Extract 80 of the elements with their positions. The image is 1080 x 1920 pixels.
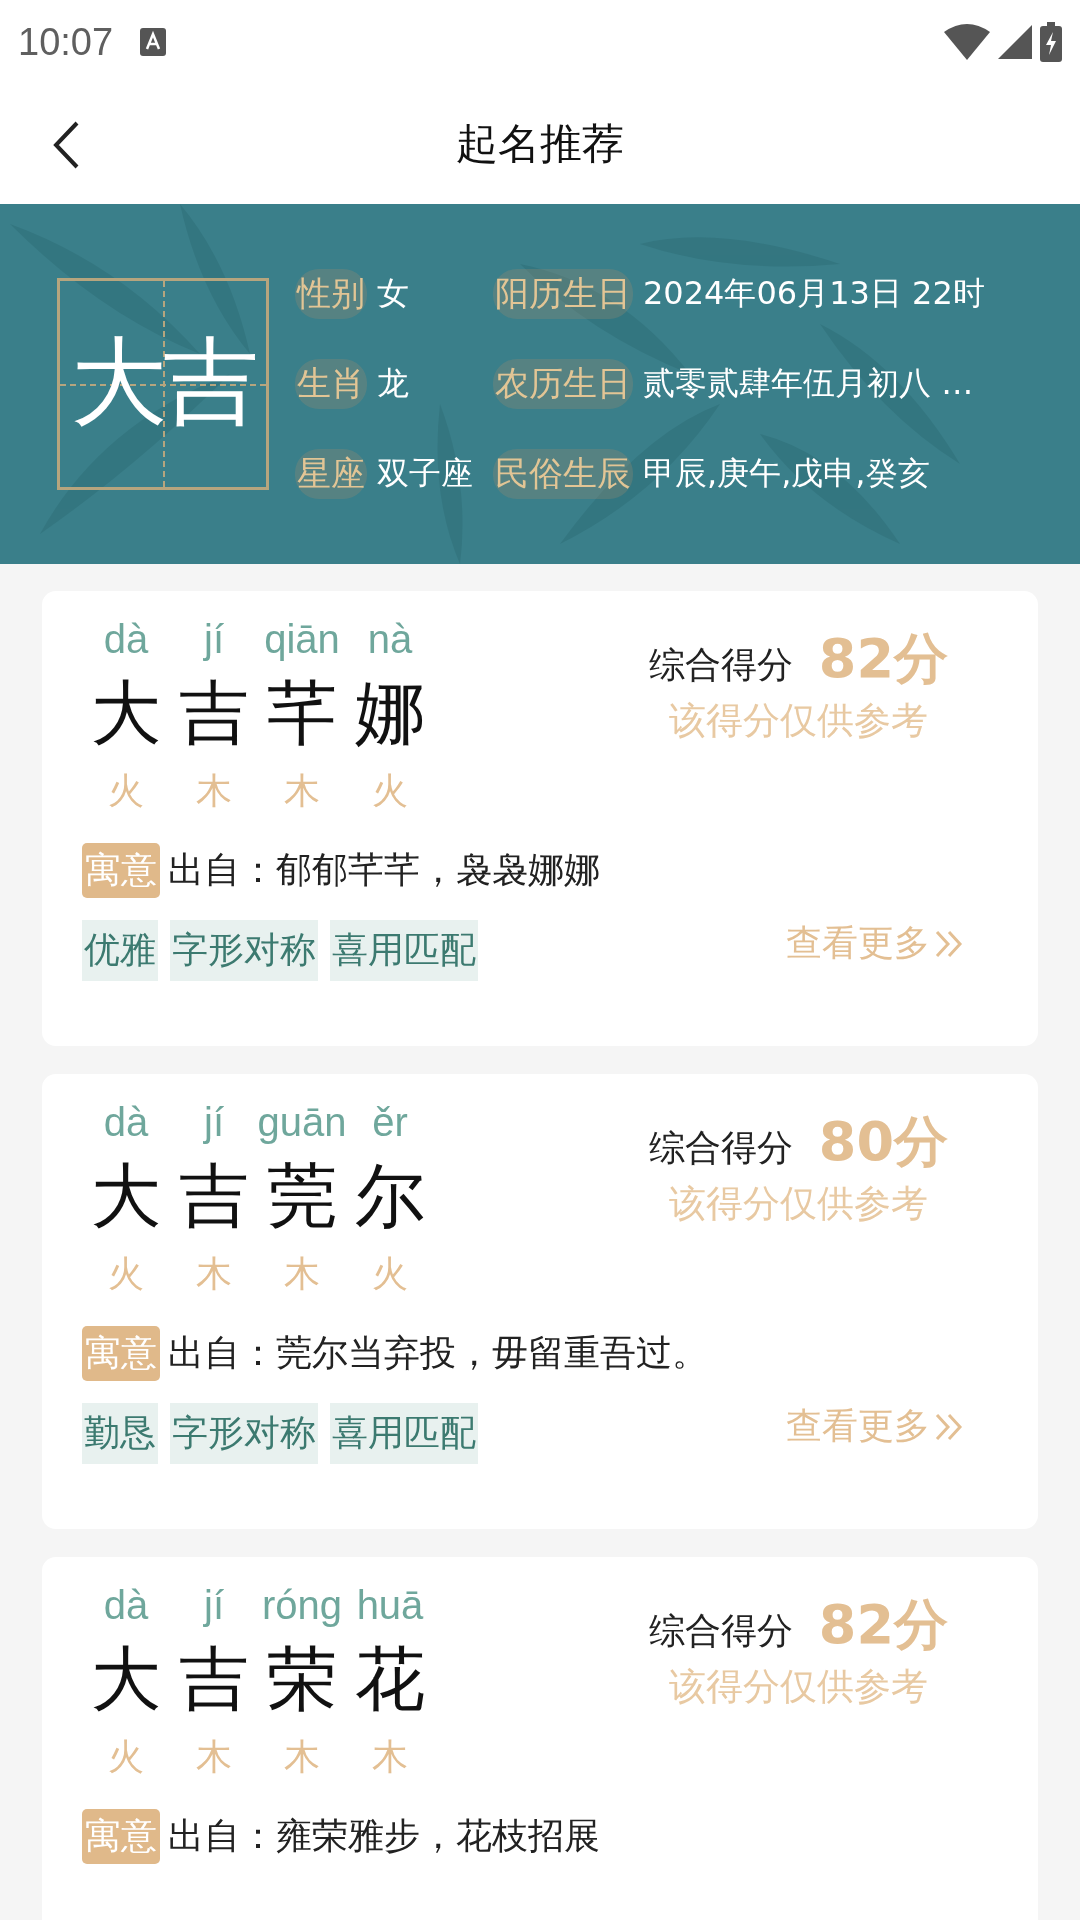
trait-tag: 字形对称 — [170, 1403, 318, 1464]
pinyin-text: huā — [356, 1583, 424, 1629]
element-text: 木 — [196, 769, 232, 813]
name-character: 芊 — [267, 671, 337, 756]
meaning-text: 出自：莞尔当弃投，毋留重吾过。 — [168, 1331, 708, 1375]
trait-tag: 喜用匹配 — [330, 1403, 478, 1464]
info-value: 双子座 — [377, 453, 473, 494]
element-text: 木 — [196, 1252, 232, 1296]
status-time: 10:07 — [18, 20, 114, 64]
score-note: 该得分仅供参考 — [668, 1664, 928, 1710]
name-card[interactable]: dà 大 火 jí 吉 木 róng 荣 木 huā 花 木 综合得分 82分 该得分仅供参考 寓意 出自：雍荣雅步，花枝招展 — [42, 1557, 1038, 1920]
trait-tag: 字形对称 — [170, 920, 318, 981]
score-value: 82分 — [818, 626, 948, 692]
score-label: 综合得分 — [648, 1126, 793, 1170]
score-value: 82分 — [818, 1592, 948, 1658]
info-label: 生肖 — [295, 359, 367, 409]
name-character: 吉 — [179, 1154, 249, 1239]
name-character: 大 — [91, 1154, 161, 1239]
element-text: 木 — [284, 1252, 320, 1296]
battery-icon — [1040, 22, 1062, 62]
element-text: 火 — [372, 769, 408, 813]
name-character: 大 — [91, 671, 161, 756]
info-value: 女 — [377, 273, 410, 314]
name-card[interactable]: dà 大 火 jí 吉 木 guān 莞 木 ěr 尔 火 综合得分 80分 该得分仅供参考 寓意 出自：莞尔当弃投，毋留重吾过。 勤恳 字形对称 喜用匹配 查看更多 — [42, 1074, 1038, 1529]
meaning-text: 出自：雍荣雅步，花枝招展 — [168, 1814, 600, 1858]
keyboard-icon — [139, 27, 168, 57]
name-character: 大 — [91, 1637, 161, 1722]
pinyin-text: ěr — [372, 1100, 408, 1146]
wifi-icon — [944, 24, 990, 60]
element-text: 木 — [196, 1735, 232, 1779]
element-text: 木 — [284, 1735, 320, 1779]
meaning-tag: 寓意 — [82, 1326, 160, 1381]
trait-tag: 喜用匹配 — [330, 920, 478, 981]
name-character: 花 — [355, 1637, 425, 1722]
meaning-tag: 寓意 — [82, 843, 160, 898]
element-text: 木 — [372, 1735, 408, 1779]
name-character: 尔 — [355, 1154, 425, 1239]
pinyin-text: dà — [103, 617, 149, 663]
pinyin-text: jí — [204, 1583, 224, 1629]
info-label: 星座 — [295, 449, 367, 499]
element-text: 木 — [284, 769, 320, 813]
score-label: 综合得分 — [648, 643, 793, 687]
meaning-tag: 寓意 — [82, 1809, 160, 1864]
meaning-text: 出自：郁郁芊芊，袅袅娜娜 — [168, 848, 600, 892]
element-text: 火 — [108, 1252, 144, 1296]
element-text: 火 — [108, 769, 144, 813]
double-chevron-icon — [934, 928, 964, 959]
name-character: 荣 — [267, 1637, 337, 1722]
signal-icon — [998, 25, 1032, 59]
pinyin-text: jí — [204, 1100, 224, 1146]
name-character: 吉 — [179, 671, 249, 756]
pinyin-text: róng — [261, 1583, 343, 1629]
trait-tag: 优雅 — [82, 920, 158, 981]
trait-tag: 勤恳 — [82, 1403, 158, 1464]
info-label: 农历生日 — [493, 359, 633, 409]
info-value: 甲辰,庚午,戊申,癸亥 — [643, 453, 931, 494]
score-note: 该得分仅供参考 — [668, 698, 928, 744]
info-value: 2024年06月13日 22时 — [643, 273, 985, 314]
page-title: 起名推荐 — [456, 118, 624, 170]
score-label: 综合得分 — [648, 1609, 793, 1653]
info-label: 阳历生日 — [493, 269, 633, 319]
pinyin-text: qiān — [264, 617, 340, 663]
pinyin-text: nà — [367, 617, 413, 663]
info-value: 贰零贰肆年伍月初八 … — [643, 363, 975, 404]
element-text: 火 — [108, 1735, 144, 1779]
pinyin-text: guān — [257, 1100, 347, 1146]
name-character: 莞 — [267, 1154, 337, 1239]
name-character: 吉 — [179, 1637, 249, 1722]
info-label: 性别 — [295, 269, 367, 319]
info-value: 龙 — [377, 363, 410, 404]
pinyin-text: dà — [103, 1100, 149, 1146]
name-character: 娜 — [355, 671, 425, 756]
pinyin-text: dà — [103, 1583, 149, 1629]
element-text: 火 — [372, 1252, 408, 1296]
name-card[interactable]: dà 大 火 jí 吉 木 qiān 芊 木 nà 娜 火 综合得分 82分 该得分仅供参考 寓意 出自：郁郁芊芊，袅袅娜娜 优雅 字形对称 喜用匹配 查看更多 — [42, 591, 1038, 1046]
info-label: 民俗生辰 — [493, 449, 633, 499]
score-value: 80分 — [818, 1109, 948, 1175]
score-note: 该得分仅供参考 — [668, 1181, 928, 1227]
pinyin-text: jí — [204, 617, 224, 663]
double-chevron-icon — [934, 1411, 964, 1442]
